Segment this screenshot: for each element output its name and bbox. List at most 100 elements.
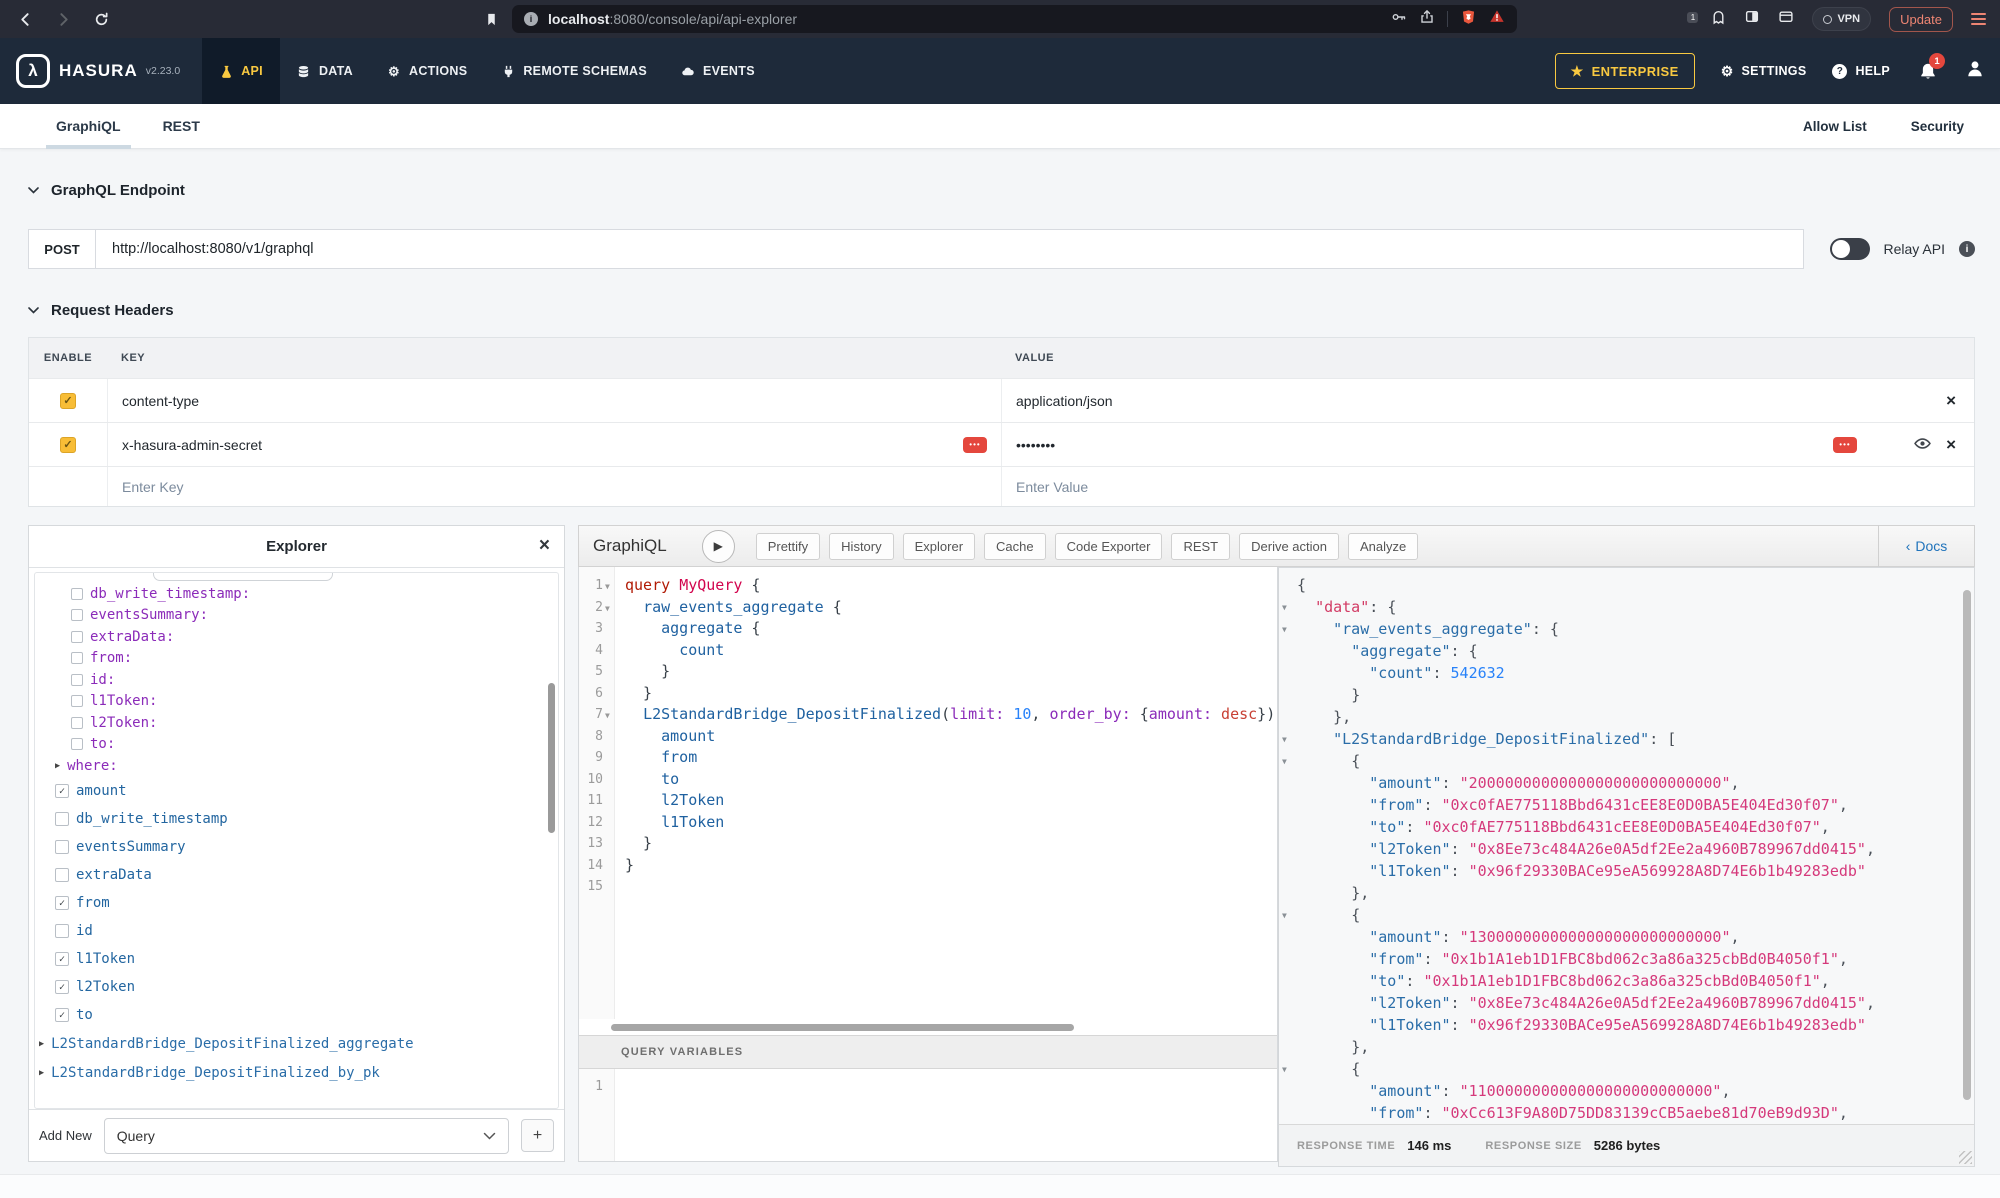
- settings-button[interactable]: ⚙SETTINGS: [1721, 63, 1807, 80]
- explorer-field-from[interactable]: ✓from: [35, 889, 558, 917]
- analyze-button[interactable]: Analyze: [1348, 533, 1418, 560]
- field-checkbox[interactable]: [71, 674, 83, 686]
- explorer-field-id[interactable]: id: [35, 917, 558, 945]
- field-checkbox[interactable]: [71, 717, 83, 729]
- masked-dots-badge[interactable]: •••: [1833, 437, 1857, 453]
- nav-item-remote-schemas[interactable]: REMOTE SCHEMAS: [484, 38, 664, 104]
- reload-icon[interactable]: [90, 8, 112, 30]
- explorer-field-l1token[interactable]: ✓l1Token: [35, 945, 558, 973]
- field-checkbox[interactable]: [71, 588, 83, 600]
- ghost-extension-icon[interactable]: [1711, 9, 1726, 30]
- header-key-cell[interactable]: x-hasura-admin-secret•••: [107, 423, 1001, 466]
- explorer-field-eventssummary[interactable]: eventsSummary: [35, 833, 558, 861]
- field-checkbox[interactable]: [71, 652, 83, 664]
- new-header-key-input[interactable]: [122, 479, 987, 495]
- query-code-area[interactable]: 1▼query MyQuery {2▼ raw_events_aggregate…: [579, 567, 1277, 1019]
- wallet-icon[interactable]: [1778, 9, 1794, 29]
- help-button[interactable]: ?HELP: [1832, 64, 1890, 79]
- explorer-field-to[interactable]: ✓to: [35, 1001, 558, 1029]
- bookmark-icon[interactable]: [480, 8, 502, 30]
- field-checkbox[interactable]: ✓: [55, 896, 69, 910]
- history-button[interactable]: History: [829, 533, 893, 560]
- vpn-button[interactable]: VPN: [1812, 7, 1871, 31]
- execute-query-button[interactable]: ▶: [702, 530, 735, 563]
- explorer-button[interactable]: Explorer: [903, 533, 975, 560]
- explorer-field-l2token[interactable]: ✓l2Token: [35, 973, 558, 1001]
- key-icon[interactable]: [1391, 10, 1407, 29]
- header-value-cell[interactable]: application/json: [1001, 379, 1871, 422]
- explorer-node-where[interactable]: ▶where:: [35, 755, 558, 777]
- tab-graphiql[interactable]: GraphiQL: [56, 104, 121, 149]
- forward-icon[interactable]: [52, 8, 74, 30]
- query-variables-header[interactable]: QUERY VARIABLES: [579, 1035, 1277, 1069]
- response-scrollbar[interactable]: [1963, 590, 1971, 1100]
- explorer-arg-l2token[interactable]: l2Token:: [35, 712, 558, 734]
- url-bar[interactable]: i localhost:8080/console/api/api-explore…: [512, 5, 1517, 33]
- explorer-scrollbar[interactable]: [548, 683, 555, 833]
- field-checkbox[interactable]: [71, 738, 83, 750]
- explorer-field-amount[interactable]: ✓amount: [35, 777, 558, 805]
- prettify-button[interactable]: Prettify: [756, 533, 820, 560]
- explorer-arg-l1token[interactable]: l1Token:: [35, 691, 558, 713]
- explorer-arg-extradata[interactable]: extraData:: [35, 626, 558, 648]
- split-window-icon[interactable]: [1744, 9, 1760, 29]
- add-operation-button[interactable]: +: [521, 1119, 554, 1152]
- endpoint-section-header[interactable]: GraphQL Endpoint: [28, 182, 1975, 199]
- explorer-field-db-write-timestamp[interactable]: db_write_timestamp: [35, 805, 558, 833]
- nav-item-api[interactable]: API: [202, 38, 280, 104]
- explorer-arg-eventssummary[interactable]: eventsSummary:: [35, 605, 558, 627]
- resize-handle[interactable]: [1959, 1151, 1972, 1164]
- derive-action-button[interactable]: Derive action: [1239, 533, 1339, 560]
- field-checkbox[interactable]: ✓: [55, 1008, 69, 1022]
- masked-dots-badge[interactable]: •••: [963, 437, 987, 453]
- code-exporter-button[interactable]: Code Exporter: [1055, 533, 1163, 560]
- show-value-button[interactable]: [1914, 437, 1931, 453]
- explorer-arg-db-write-timestamp[interactable]: db_write_timestamp:: [35, 583, 558, 605]
- field-checkbox[interactable]: [55, 924, 69, 938]
- explorer-arg-from[interactable]: from:: [35, 648, 558, 670]
- enable-checkbox[interactable]: ✓: [60, 437, 76, 453]
- site-info-icon[interactable]: i: [524, 12, 538, 26]
- query-variables-editor[interactable]: 1: [579, 1069, 1277, 1161]
- explorer-node-l2standardbridge-depositfinalized-by-pk[interactable]: ▶L2StandardBridge_DepositFinalized_by_pk: [35, 1058, 558, 1087]
- field-checkbox[interactable]: ✓: [55, 980, 69, 994]
- field-checkbox[interactable]: [55, 868, 69, 882]
- rest-button[interactable]: REST: [1171, 533, 1230, 560]
- field-checkbox[interactable]: [71, 695, 83, 707]
- field-checkbox[interactable]: [55, 840, 69, 854]
- new-header-value-input[interactable]: [1016, 479, 1857, 495]
- header-value-cell[interactable]: •••••••••••: [1001, 423, 1871, 466]
- back-icon[interactable]: [14, 8, 36, 30]
- query-editor[interactable]: 1▼query MyQuery {2▼ raw_events_aggregate…: [578, 567, 1278, 1162]
- link-security[interactable]: Security: [1911, 119, 1964, 134]
- field-checkbox[interactable]: [71, 631, 83, 643]
- explorer-arg-to[interactable]: to:: [35, 734, 558, 756]
- field-checkbox[interactable]: [55, 812, 69, 826]
- editor-horizontal-scrollbar[interactable]: [579, 1023, 1277, 1033]
- enable-checkbox[interactable]: ✓: [60, 393, 76, 409]
- hasura-logo-icon[interactable]: λ: [16, 54, 50, 88]
- tab-rest[interactable]: REST: [163, 104, 200, 149]
- headers-section-header[interactable]: Request Headers: [28, 302, 1975, 319]
- explorer-node-l2standardbridge-depositfinalized-aggregate[interactable]: ▶L2StandardBridge_DepositFinalized_aggre…: [35, 1029, 558, 1058]
- field-checkbox[interactable]: [71, 609, 83, 621]
- field-checkbox[interactable]: ✓: [55, 784, 69, 798]
- docs-button[interactable]: ‹Docs: [1878, 525, 1974, 567]
- nav-item-data[interactable]: DATA: [280, 38, 370, 104]
- nav-item-actions[interactable]: ⚙ACTIONS: [370, 38, 484, 104]
- header-key-cell[interactable]: content-type: [107, 379, 1001, 422]
- user-avatar[interactable]: [1966, 59, 1984, 83]
- relay-api-toggle[interactable]: [1830, 238, 1870, 260]
- info-icon[interactable]: i: [1959, 241, 1975, 257]
- update-button[interactable]: Update: [1889, 7, 1953, 32]
- explorer-field-extradata[interactable]: extraData: [35, 861, 558, 889]
- nav-item-events[interactable]: EVENTS: [664, 38, 772, 104]
- close-icon[interactable]: ×: [539, 535, 550, 557]
- operation-type-select[interactable]: Query: [104, 1118, 509, 1154]
- enterprise-button[interactable]: ★ENTERPRISE: [1555, 53, 1695, 89]
- explorer-arg-id[interactable]: id:: [35, 669, 558, 691]
- brave-shield-icon[interactable]: [1461, 9, 1476, 30]
- graphql-endpoint-input[interactable]: [96, 229, 1804, 269]
- remove-header-button[interactable]: ×: [1946, 436, 1956, 453]
- menu-icon[interactable]: [1971, 13, 1986, 25]
